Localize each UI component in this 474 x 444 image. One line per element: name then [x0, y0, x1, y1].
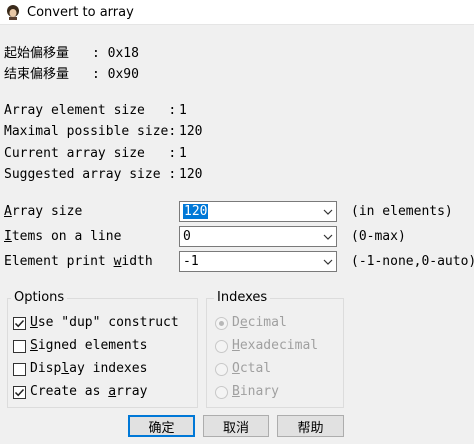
title-bar: Convert to array	[0, 0, 474, 25]
print-width-value[interactable]: -1	[180, 254, 319, 270]
cancel-button[interactable]: 取消	[203, 415, 269, 437]
dup-checkbox[interactable]	[13, 317, 26, 330]
chevron-down-icon[interactable]	[319, 252, 336, 271]
print-width-label: Element print width	[4, 254, 153, 269]
array-size-label: Array size	[4, 204, 83, 219]
help-button[interactable]: 帮助	[277, 415, 344, 437]
suggested-size-label: Suggested array size :	[4, 167, 177, 182]
dup-label[interactable]: Use "dup" construct	[30, 315, 179, 331]
array-size-value[interactable]: 120	[183, 203, 209, 219]
octal-label[interactable]: Octal	[232, 361, 271, 377]
display-indexes-label[interactable]: Display indexes	[30, 361, 147, 377]
items-per-line-label: Items on a line	[4, 229, 122, 244]
window-title: Convert to array	[27, 4, 134, 20]
create-array-label[interactable]: Create as array	[30, 384, 147, 400]
print-width-hint: (-1-none,0-auto)	[351, 254, 474, 269]
max-size-value: 120	[179, 124, 203, 139]
decimal-label[interactable]: Decimal	[232, 315, 287, 331]
options-group-title: Options	[11, 290, 68, 306]
items-per-line-hint: (0-max)	[351, 229, 406, 244]
ok-button[interactable]: 确定	[128, 415, 195, 437]
array-size-hint: (in elements)	[351, 204, 453, 219]
hexadecimal-radio[interactable]	[215, 340, 228, 353]
checkmark-icon	[14, 319, 25, 328]
decimal-radio[interactable]	[215, 317, 228, 330]
element-size-label: Array element size :	[4, 103, 177, 118]
hexadecimal-label[interactable]: Hexadecimal	[232, 338, 318, 354]
chevron-down-icon[interactable]	[319, 227, 336, 246]
indexes-group-title: Indexes	[214, 290, 271, 306]
signed-checkbox[interactable]	[13, 340, 26, 353]
start-offset-value: : 0x18	[92, 46, 139, 61]
chevron-down-icon[interactable]	[319, 202, 336, 221]
items-per-line-value[interactable]: 0	[180, 229, 319, 245]
element-size-value: 1	[179, 103, 187, 118]
checkmark-icon	[14, 388, 25, 397]
display-indexes-checkbox[interactable]	[13, 363, 26, 376]
binary-label[interactable]: Binary	[232, 384, 279, 400]
signed-label[interactable]: Signed elements	[30, 338, 147, 354]
app-icon	[5, 4, 21, 20]
array-size-combo[interactable]: 120	[179, 201, 337, 222]
items-per-line-combo[interactable]: 0	[179, 226, 337, 247]
suggested-size-value: 120	[179, 167, 203, 182]
end-offset-label: 结束偏移量	[4, 67, 70, 82]
print-width-combo[interactable]: -1	[179, 251, 337, 272]
max-size-label: Maximal possible size:	[4, 124, 177, 139]
end-offset-value: : 0x90	[92, 67, 139, 82]
octal-radio[interactable]	[215, 363, 228, 376]
binary-radio[interactable]	[215, 386, 228, 399]
current-size-label: Current array size :	[4, 146, 177, 161]
current-size-value: 1	[179, 146, 187, 161]
create-array-checkbox[interactable]	[13, 386, 26, 399]
start-offset-label: 起始偏移量	[4, 46, 70, 61]
